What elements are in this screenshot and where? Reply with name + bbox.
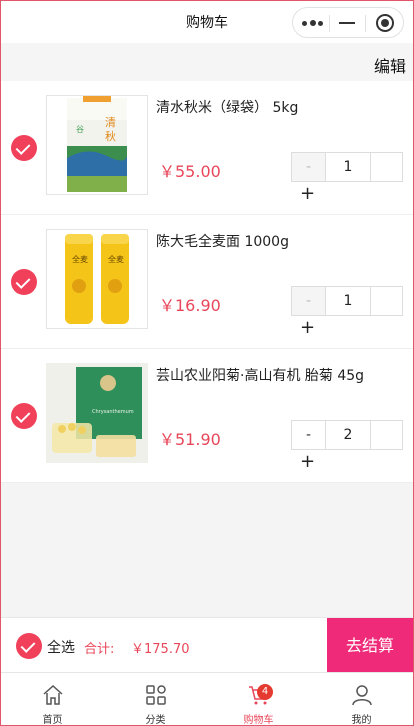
cart-item: 全麦 全麦 陈大毛全麦面 1000g ￥16.90 - 1 + — [1, 215, 413, 349]
quantity-stepper: - 2 — [291, 420, 403, 450]
product-name[interactable]: 清水秋米（绿袋） 5kg — [156, 97, 298, 117]
svg-text:清: 清 — [105, 116, 116, 129]
mini-program-capsule — [292, 7, 404, 38]
product-name[interactable]: 陈大毛全麦面 1000g — [156, 231, 289, 251]
svg-text:谷: 谷 — [76, 125, 84, 134]
edit-bar: 编辑 — [1, 43, 413, 81]
checkout-bar: 全选 合计: ￥175.70 去结算 — [1, 617, 413, 673]
decrease-button[interactable]: - — [292, 287, 326, 315]
product-name[interactable]: 芸山农业阳菊·高山有机 胎菊 45g — [156, 365, 364, 385]
tab-profile[interactable]: 我的 — [310, 673, 413, 726]
close-icon[interactable] — [376, 14, 394, 32]
increase-button[interactable]: + — [300, 317, 315, 338]
svg-text:全麦: 全麦 — [108, 254, 124, 264]
tab-category[interactable]: 分类 — [104, 673, 207, 726]
quantity-value[interactable]: 1 — [326, 287, 371, 315]
minimize-icon[interactable] — [339, 22, 355, 24]
quantity-value[interactable]: 2 — [326, 421, 371, 449]
tab-cart[interactable]: 4 购物车 — [207, 673, 310, 726]
total-value: ￥175.70 — [131, 642, 190, 657]
product-image-chrysanthemum[interactable]: Chrysanthemum — [46, 363, 148, 463]
product-price: ￥55.00 — [159, 162, 221, 181]
tab-label: 我的 — [351, 715, 372, 726]
svg-text:全麦: 全麦 — [72, 254, 88, 264]
decrease-button[interactable]: - — [292, 421, 326, 449]
tab-label: 分类 — [145, 715, 166, 726]
product-price: ￥16.90 — [159, 296, 221, 315]
edit-button[interactable]: 编辑 — [374, 53, 406, 77]
product-image-noodles[interactable]: 全麦 全麦 — [46, 229, 148, 329]
tab-home[interactable]: 首页 — [1, 673, 104, 726]
svg-text:Chrysanthemum: Chrysanthemum — [92, 409, 134, 415]
tab-label: 购物车 — [243, 715, 274, 726]
navigation-bar: 购物车 — [1, 1, 413, 43]
product-price: ￥51.90 — [159, 430, 221, 449]
total-label: 合计: — [84, 642, 115, 657]
product-image-rice[interactable]: 谷 清 秋 — [46, 95, 148, 195]
svg-text:秋: 秋 — [105, 129, 116, 143]
checkout-button[interactable]: 去结算 — [327, 618, 413, 673]
tab-label: 首页 — [42, 715, 63, 726]
quantity-stepper: - 1 — [291, 152, 403, 182]
item-checkbox[interactable] — [11, 269, 37, 295]
select-all-checkbox[interactable] — [16, 633, 42, 659]
increase-button[interactable]: + — [300, 183, 315, 204]
select-all-label[interactable]: 全选 — [47, 637, 75, 657]
category-icon — [146, 685, 166, 705]
increase-button[interactable]: + — [300, 451, 315, 472]
quantity-stepper: - 1 — [291, 286, 403, 316]
home-icon — [43, 684, 63, 705]
user-icon — [352, 685, 372, 706]
item-checkbox[interactable] — [11, 403, 37, 429]
tab-bar: 首页 分类 4 购物车 我的 — [1, 672, 413, 726]
decrease-button[interactable]: - — [292, 153, 326, 181]
cart-item: 谷 清 秋 清水秋米（绿袋） 5kg ￥55.00 - 1 + — [1, 81, 413, 215]
more-icon[interactable] — [302, 16, 324, 30]
item-checkbox[interactable] — [11, 135, 37, 161]
cart-item: Chrysanthemum 芸山农业阳菊·高山有机 胎菊 45g ￥51.90 … — [1, 349, 413, 483]
cart-list: 谷 清 秋 清水秋米（绿袋） 5kg ￥55.00 - 1 + 全麦 全麦 陈大… — [1, 81, 413, 483]
quantity-value[interactable]: 1 — [326, 153, 371, 181]
cart-badge: 4 — [257, 684, 273, 700]
